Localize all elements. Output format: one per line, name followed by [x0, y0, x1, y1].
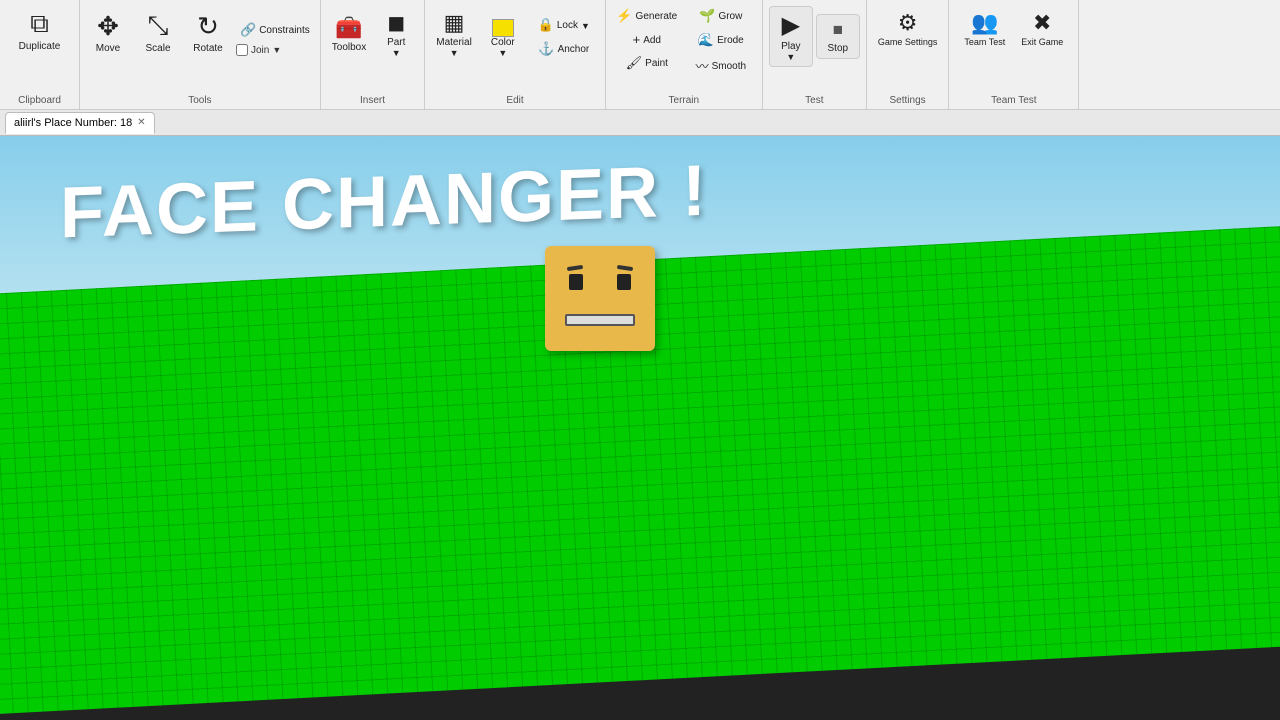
game-settings-button[interactable]: ⚙ Game Settings — [873, 6, 943, 51]
erode-icon: 🌊 — [698, 32, 714, 48]
lock-button[interactable]: 🔒 Lock ▼ — [529, 15, 599, 36]
part-button[interactable]: ◼ Part ▼ — [374, 6, 418, 62]
teamtest-label: Team Test — [949, 95, 1078, 106]
color-swatch — [492, 19, 514, 37]
rotate-button[interactable]: ↻ Rotate — [186, 7, 230, 58]
paint-button[interactable]: 🖌 Paint — [612, 53, 682, 74]
grow-button[interactable]: 🌱 Grow — [686, 6, 756, 27]
edit-label: Edit — [425, 95, 605, 106]
anchor-button[interactable]: ⚓ Anchor — [529, 39, 599, 60]
stop-icon: ⏹ — [833, 19, 843, 42]
color-button[interactable]: Color ▼ — [481, 15, 525, 62]
test-label: Test — [763, 95, 866, 106]
teamtest-section: 👥 Team Test ✖ Exit Game Team Test — [949, 0, 1079, 109]
tab-label: aliirl's Place Number: 18 — [14, 117, 132, 129]
clipboard-section: ⧉ Duplicate Clipboard — [0, 0, 80, 109]
play-dropdown-icon[interactable]: ▼ — [786, 52, 795, 62]
join-checkbox[interactable] — [236, 44, 248, 56]
left-eyebrow — [567, 265, 583, 271]
play-icon: ▶ — [782, 11, 800, 40]
team-test-icon: 👥 — [971, 10, 998, 36]
stop-button[interactable]: ⏹ Stop — [816, 14, 860, 59]
material-icon: ▦ — [444, 10, 465, 36]
material-button[interactable]: ▦ Material ▼ — [431, 6, 477, 62]
constraints-button[interactable]: 🔗 Constraints — [236, 20, 314, 41]
viewport: FACE CHANGER ! — [0, 136, 1280, 720]
tab-close-icon[interactable]: ✕ — [137, 117, 145, 128]
anchor-icon: ⚓ — [538, 41, 554, 57]
paint-icon: 🖌 — [626, 55, 643, 71]
left-eye — [569, 274, 583, 290]
smooth-icon: 〰 — [696, 56, 709, 75]
join-row: Join ▼ — [236, 44, 314, 56]
move-button[interactable]: ✥ Move — [86, 7, 130, 58]
tab-place[interactable]: aliirl's Place Number: 18 ✕ — [5, 112, 155, 134]
exit-game-button[interactable]: ✖ Exit Game — [1016, 6, 1068, 51]
terrain-section: ⚡ Generate + Add 🖌 Paint 🌱 Grow — [606, 0, 763, 109]
constraints-icon: 🔗 — [240, 22, 256, 38]
insert-section: 🧰 Toolbox ◼ Part ▼ Insert — [321, 0, 425, 109]
play-button[interactable]: ▶ Play ▼ — [769, 6, 813, 67]
join-label: Join — [251, 45, 269, 56]
scale-icon: ⤡ — [148, 10, 169, 42]
character-teeth — [565, 314, 635, 326]
erode-button[interactable]: 🌊 Erode — [686, 30, 756, 51]
tools-label: Tools — [80, 95, 320, 106]
generate-icon: ⚡ — [616, 8, 632, 24]
right-eye — [617, 274, 631, 290]
join-dropdown-icon[interactable]: ▼ — [272, 45, 281, 55]
exit-game-icon: ✖ — [1033, 10, 1051, 36]
settings-label: Settings — [867, 95, 949, 106]
color-dropdown-icon[interactable]: ▼ — [498, 48, 507, 58]
character-mouth — [560, 311, 640, 329]
toolbox-button[interactable]: 🧰 Toolbox — [327, 11, 371, 57]
lock-icon: 🔒 — [538, 17, 554, 33]
terrain-label: Terrain — [606, 95, 762, 106]
game-settings-icon: ⚙ — [898, 10, 918, 36]
toolbox-icon: 🧰 — [335, 15, 362, 41]
insert-label: Insert — [321, 95, 424, 106]
generate-button[interactable]: ⚡ Generate — [612, 6, 682, 27]
roblox-character — [545, 246, 665, 366]
tools-section: ✥ Move ⤡ Scale ↻ Rotate 🔗 Constraints Jo… — [80, 0, 321, 109]
right-eyebrow — [617, 265, 633, 271]
tabbar: aliirl's Place Number: 18 ✕ — [0, 110, 1280, 136]
part-icon: ◼ — [387, 10, 405, 36]
move-icon: ✥ — [97, 11, 119, 42]
part-dropdown-icon[interactable]: ▼ — [392, 48, 401, 58]
character-head — [545, 246, 655, 351]
material-dropdown-icon[interactable]: ▼ — [450, 48, 459, 58]
lock-dropdown-icon[interactable]: ▼ — [581, 21, 590, 31]
duplicate-button[interactable]: ⧉ Duplicate — [14, 4, 66, 56]
settings-section: ⚙ Game Settings Settings — [867, 0, 950, 109]
add-icon: + — [633, 32, 641, 47]
team-test-button[interactable]: 👥 Team Test — [959, 6, 1010, 51]
duplicate-icon: ⧉ — [30, 8, 49, 40]
scale-button[interactable]: ⤡ Scale — [136, 6, 180, 58]
test-section: ▶ Play ▼ ⏹ Stop Test — [763, 0, 867, 109]
grow-icon: 🌱 — [699, 8, 715, 24]
clipboard-label: Clipboard — [0, 95, 79, 106]
toolbar: ⧉ Duplicate Clipboard ✥ Move ⤡ Scale ↻ R… — [0, 0, 1280, 110]
add-button[interactable]: + Add — [612, 30, 682, 50]
edit-section: ▦ Material ▼ Color ▼ 🔒 Lock ▼ ⚓ Anchor — [425, 0, 606, 109]
smooth-button[interactable]: 〰 Smooth — [686, 54, 756, 78]
rotate-icon: ↻ — [197, 11, 219, 42]
